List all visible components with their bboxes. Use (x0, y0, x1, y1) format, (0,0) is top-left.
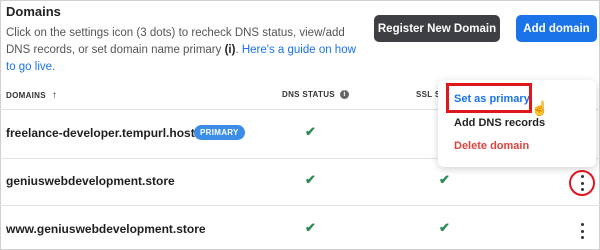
page-description: Click on the settings icon (3 dots) to r… (6, 25, 356, 76)
menu-item-delete-domain[interactable]: Delete domain (454, 140, 529, 152)
add-domain-button[interactable]: Add domain (516, 15, 597, 42)
domain-name: www.geniuswebdevelopment.store (6, 222, 206, 236)
column-header-ssl-label: SSL S (416, 90, 441, 99)
check-icon: ✔ (439, 220, 450, 235)
column-header-ssl-status: SSL S (416, 90, 440, 99)
register-domain-button[interactable]: Register New Domain (374, 15, 500, 42)
column-header-dns-status: DNS STATUS i (282, 90, 349, 99)
menu-item-add-dns-records[interactable]: Add DNS records (454, 117, 545, 129)
column-header-domains[interactable]: DOMAINS ↑ (6, 90, 57, 101)
check-icon: ✔ (305, 124, 316, 139)
kebab-highlight-ring (569, 170, 595, 196)
info-icon[interactable]: i (339, 90, 349, 99)
check-icon: ✔ (439, 172, 450, 187)
menu-highlight-box (446, 83, 532, 113)
domain-name: freelance-developer.tempurl.host (6, 126, 195, 140)
description-info-marker: (i) (224, 44, 236, 56)
hand-pointer-icon: ☝ (531, 100, 549, 116)
check-icon: ✔ (305, 172, 316, 187)
arrow-up-icon: ↑ (51, 90, 58, 101)
domain-name: geniuswebdevelopment.store (6, 174, 175, 188)
check-icon: ✔ (305, 220, 316, 235)
page-title: Domains (6, 4, 61, 19)
divider (0, 205, 600, 206)
status-badge: PRIMARY (194, 125, 245, 140)
more-vertical-icon[interactable] (577, 223, 587, 239)
column-header-dns-label: DNS STATUS (282, 90, 335, 99)
column-header-domains-label: DOMAINS (6, 91, 46, 100)
